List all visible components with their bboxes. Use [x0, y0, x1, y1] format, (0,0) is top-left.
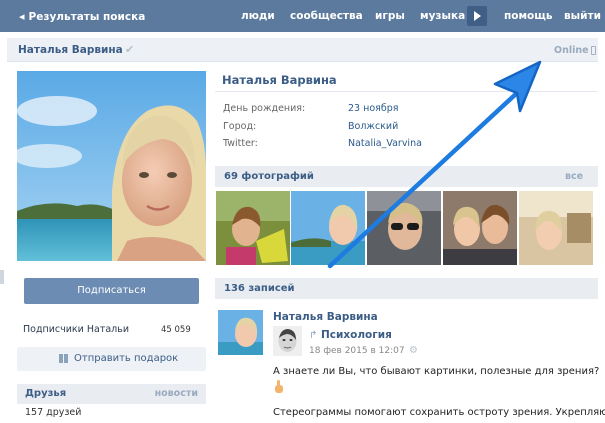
friends-title[interactable]: Друзья	[25, 388, 66, 399]
photo-thumbnail[interactable]	[519, 191, 593, 265]
group-avatar[interactable]	[273, 326, 302, 356]
photo-image	[443, 191, 517, 265]
nav-help[interactable]: помощь	[504, 10, 553, 22]
birthday-label: День рождения:	[223, 103, 306, 114]
play-icon[interactable]	[467, 6, 487, 26]
nav-games[interactable]: игры	[375, 10, 405, 22]
post-author-photo	[218, 310, 263, 355]
post-author-avatar[interactable]	[218, 310, 263, 355]
nav-logout[interactable]: выйти	[564, 10, 601, 22]
avatar-photo	[17, 71, 206, 261]
birthday-value[interactable]: 23 ноября	[348, 103, 398, 114]
photo-image	[216, 191, 290, 265]
photo-thumbnail[interactable]	[443, 191, 517, 265]
repost-icon: ↱	[309, 330, 318, 341]
friends-news-link[interactable]: новости	[155, 388, 198, 399]
posts-title[interactable]: 136 записей	[224, 283, 295, 294]
profile-avatar[interactable]	[17, 71, 206, 261]
post-text: А знаете ли Вы, что бывают картинки, пол…	[273, 366, 600, 377]
photos-all-link[interactable]: все	[565, 171, 583, 182]
group-photo	[273, 326, 302, 356]
info-divider	[215, 91, 598, 92]
subscribe-button[interactable]: Подписаться	[24, 278, 199, 304]
profile-header-bar: Наталья Варвина ✔ Online	[7, 38, 598, 62]
twitter-value[interactable]: Natalia_Varvina	[348, 138, 422, 149]
chevron-left-icon: ◂	[19, 10, 25, 23]
photo-thumbnail[interactable]	[216, 191, 290, 265]
group-name[interactable]: Психология	[321, 329, 392, 341]
photo-thumbnail[interactable]	[291, 191, 365, 265]
photos-title[interactable]: 69 фотографий	[224, 171, 314, 182]
side-scroll-handle[interactable]	[0, 270, 4, 284]
photo-image	[291, 191, 365, 265]
photos-header[interactable]: 69 фотографий все	[215, 166, 598, 187]
online-status: Online	[554, 45, 589, 56]
nav-music[interactable]: музыка	[420, 10, 465, 22]
checkmark-icon: ✔	[125, 43, 135, 56]
profile-name: Наталья Варвина	[222, 73, 337, 87]
city-label: Город:	[223, 121, 257, 132]
header-name: Наталья Варвина	[18, 44, 123, 56]
followers-count: 45 059	[161, 325, 191, 335]
followers-link[interactable]: Подписчики Натальи	[23, 324, 129, 335]
post-author-name[interactable]: Наталья Варвина	[273, 311, 378, 323]
photo-image	[519, 191, 593, 265]
nav-people[interactable]: люди	[241, 10, 275, 22]
twitter-label: Twitter:	[223, 138, 258, 149]
nav-communities[interactable]: сообщества	[290, 10, 363, 22]
top-navigation-bar: ◂ Результаты поиска люди сообщества игры …	[0, 0, 605, 32]
post-text-continued: Стереограммы помогают сохранить остроту …	[273, 407, 605, 418]
gear-icon[interactable]: ⚙	[409, 345, 418, 356]
pointing-finger-icon	[275, 380, 283, 393]
photo-image	[367, 191, 441, 265]
posts-header: 136 записей	[215, 278, 598, 299]
friends-header: Друзья новости	[17, 384, 206, 404]
gift-icon	[59, 354, 68, 363]
friends-count[interactable]: 157 друзей	[25, 407, 81, 418]
send-gift-button[interactable]: Отправить подарок	[17, 347, 206, 371]
gift-label: Отправить подарок	[74, 353, 179, 364]
back-to-search-link[interactable]: ◂ Результаты поиска	[19, 10, 145, 23]
back-label: Результаты поиска	[28, 11, 146, 23]
post-date[interactable]: 18 фев 2015 в 12:07	[309, 346, 405, 356]
photo-thumbnail[interactable]	[367, 191, 441, 265]
phone-icon	[591, 46, 596, 55]
city-value[interactable]: Волжский	[348, 121, 398, 132]
